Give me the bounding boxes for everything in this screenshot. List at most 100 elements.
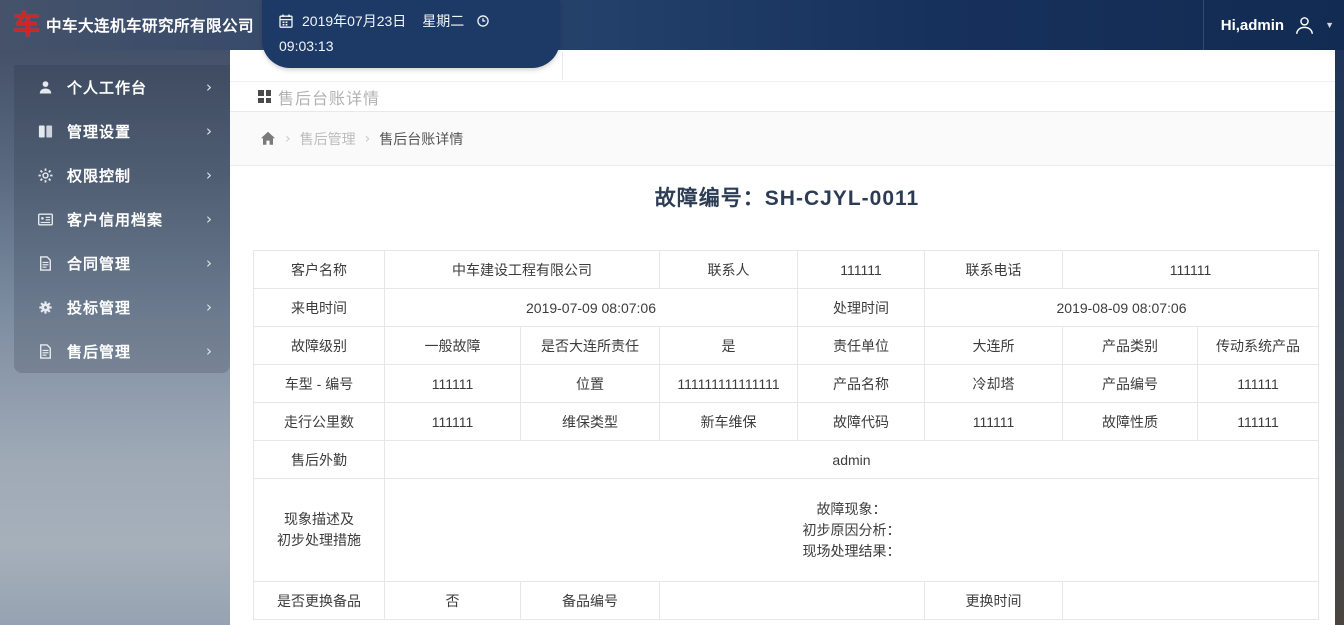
clock-icon (476, 14, 490, 28)
user-greeting: Hi,admin (1221, 17, 1284, 34)
page-title-bar: 售后台账详情 (230, 82, 1344, 112)
chevron-down-icon: ▼ (1325, 20, 1334, 30)
table-row: 走行公里数 111111 维保类型 新车维保 故障代码 111111 故障性质 … (254, 403, 1319, 441)
table-row: 客户名称 中车建设工程有限公司 联系人 111111 联系电话 111111 (254, 251, 1319, 289)
chevron-right-icon: › (206, 254, 212, 272)
sidebar-item-label: 权限控制 (67, 165, 206, 186)
label-cell: 备品编号 (521, 582, 660, 620)
sidebar-item-bidding-management[interactable]: 投标管理 › (14, 285, 230, 329)
user-menu[interactable]: Hi,admin ▼ (1221, 0, 1334, 50)
user-icon (37, 79, 54, 96)
chevron-right-icon: › (206, 342, 212, 360)
table-row: 来电时间 2019-07-09 08:07:06 处理时间 2019-08-09… (254, 289, 1319, 327)
label-cell: 产品类别 (1063, 327, 1198, 365)
value-cell: 一般故障 (385, 327, 521, 365)
value-cell: 传动系统产品 (1198, 327, 1319, 365)
value-cell: 2019-08-09 08:07:06 (925, 289, 1319, 327)
detail-content: 故障编号：SH-CJYL-0011 客户名称 中车建设工程有限公司 联系人 11… (230, 166, 1344, 620)
gear-solid-icon (37, 299, 54, 316)
aftersales-detail-table: 客户名称 中车建设工程有限公司 联系人 111111 联系电话 111111 来… (253, 250, 1319, 620)
value-cell: 111111 (798, 251, 925, 289)
fault-number-title: 故障编号：SH-CJYL-0011 (230, 185, 1344, 213)
sidebar-item-management-settings[interactable]: 管理设置 › (14, 109, 230, 153)
label-cell: 售后外勤 (254, 441, 385, 479)
breadcrumb: › 售后管理 › 售后台账详情 (230, 112, 1344, 166)
sidebar-item-label: 客户信用档案 (67, 209, 206, 230)
current-time: 09:03:13 (262, 31, 560, 54)
sidebar: 个人工作台 › 管理设置 › (0, 50, 230, 625)
chevron-right-icon: › (206, 78, 212, 96)
grid-icon (258, 90, 271, 103)
value-cell: 111111 (385, 403, 521, 441)
brand: 车 中车大连机车研究所有限公司 (0, 12, 230, 39)
label-cell: 故障代码 (798, 403, 925, 441)
user-avatar-icon (1292, 13, 1317, 38)
tab-strip-divider (562, 52, 563, 80)
sidebar-item-contract-management[interactable]: 合同管理 › (14, 241, 230, 285)
label-cell: 位置 (521, 365, 660, 403)
table-row: 售后外勤 admin (254, 441, 1319, 479)
sidebar-item-label: 投标管理 (67, 297, 206, 318)
current-date: 2019年07月23日 (302, 11, 406, 31)
value-cell: 111111 (925, 403, 1063, 441)
value-cell: 111111111111111 (660, 365, 798, 403)
value-cell (660, 582, 925, 620)
table-row: 车型 - 编号 111111 位置 111111111111111 产品名称 冷… (254, 365, 1319, 403)
sidebar-item-label: 合同管理 (67, 253, 206, 274)
value-cell: 新车维保 (660, 403, 798, 441)
page-title: 售后台账详情 (278, 85, 380, 109)
value-cell: 111111 (1198, 403, 1319, 441)
scrollbar[interactable] (1335, 50, 1344, 625)
value-cell: 是 (660, 327, 798, 365)
company-name: 中车大连机车研究所有限公司 (46, 14, 254, 36)
value-cell: 冷却塔 (925, 365, 1063, 403)
current-weekday: 星期二 (422, 11, 464, 31)
label-cell: 更换时间 (925, 582, 1063, 620)
label-cell: 故障级别 (254, 327, 385, 365)
label-cell: 是否更换备品 (254, 582, 385, 620)
sidebar-menu: 个人工作台 › 管理设置 › (14, 65, 230, 373)
sidebar-item-label: 个人工作台 (67, 77, 206, 98)
home-icon[interactable] (260, 131, 276, 146)
sidebar-item-label: 管理设置 (67, 121, 206, 142)
chevron-right-icon: › (206, 166, 212, 184)
value-cell: 111111 (1063, 251, 1319, 289)
value-cell: admin (385, 441, 1319, 479)
breadcrumb-separator: › (365, 131, 371, 147)
value-cell: 故障现象： 初步原因分析： 现场处理结果： (385, 479, 1319, 582)
datetime-widget: 2019年07月23日 星期二 09:03:13 (262, 0, 560, 68)
label-cell: 维保类型 (521, 403, 660, 441)
id-card-icon (37, 211, 54, 228)
label-cell: 联系人 (660, 251, 798, 289)
topbar: 车 中车大连机车研究所有限公司 Hi,admin ▼ (0, 0, 1344, 50)
table-row: 现象描述及 初步处理措施 故障现象： 初步原因分析： 现场处理结果： (254, 479, 1319, 582)
document-icon (37, 343, 54, 360)
value-cell: 大连所 (925, 327, 1063, 365)
value-cell: 111111 (385, 365, 521, 403)
breadcrumb-current: 售后台账详情 (379, 129, 463, 149)
label-cell: 处理时间 (798, 289, 925, 327)
value-cell: 否 (385, 582, 521, 620)
app-window: 车 中车大连机车研究所有限公司 Hi,admin ▼ (0, 0, 1344, 625)
table-row: 故障级别 一般故障 是否大连所责任 是 责任单位 大连所 产品类别 传动系统产品 (254, 327, 1319, 365)
topbar-divider (1203, 0, 1204, 50)
chevron-right-icon: › (206, 210, 212, 228)
label-cell: 联系电话 (925, 251, 1063, 289)
label-cell: 责任单位 (798, 327, 925, 365)
label-cell: 客户名称 (254, 251, 385, 289)
label-cell: 产品名称 (798, 365, 925, 403)
label-cell: 来电时间 (254, 289, 385, 327)
label-cell: 走行公里数 (254, 403, 385, 441)
sidebar-item-personal-workbench[interactable]: 个人工作台 › (14, 65, 230, 109)
sidebar-item-customer-credit-archive[interactable]: 客户信用档案 › (14, 197, 230, 241)
gear-outline-icon (37, 167, 54, 184)
table-row: 是否更换备品 否 备品编号 更换时间 (254, 582, 1319, 620)
calendar-icon (278, 13, 294, 29)
columns-icon (37, 123, 54, 140)
breadcrumb-separator: › (285, 131, 291, 147)
breadcrumb-link-aftersales[interactable]: 售后管理 (300, 129, 356, 149)
label-cell: 产品编号 (1063, 365, 1198, 403)
sidebar-item-aftersales-management[interactable]: 售后管理 › (14, 329, 230, 373)
sidebar-item-permission-control[interactable]: 权限控制 › (14, 153, 230, 197)
label-cell: 现象描述及 初步处理措施 (254, 479, 385, 582)
